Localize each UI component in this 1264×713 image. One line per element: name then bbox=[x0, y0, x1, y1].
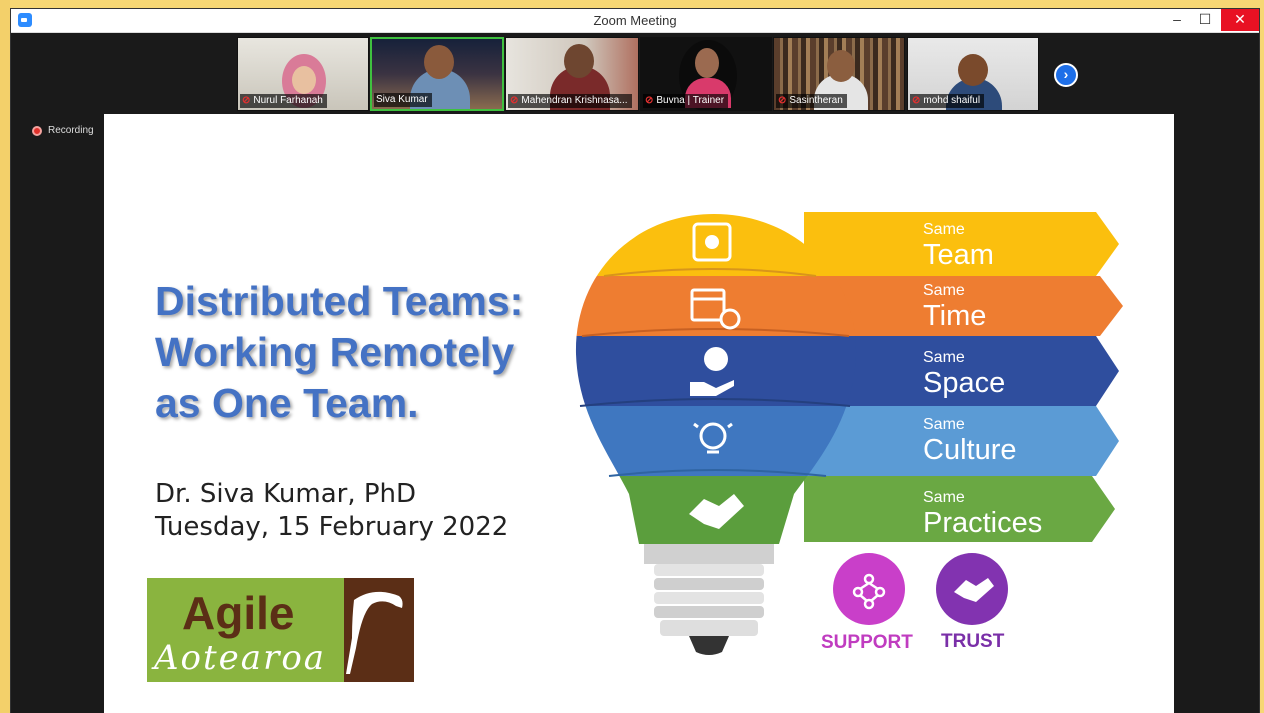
mic-muted-icon: ⊘ bbox=[645, 95, 654, 106]
recording-indicator[interactable]: Recording bbox=[32, 125, 94, 136]
participant-tile[interactable]: ⊘ Mahendran Krishnasa... bbox=[505, 37, 639, 111]
mic-muted-icon: ⊘ bbox=[912, 95, 921, 106]
item-team-label: Team bbox=[923, 239, 994, 271]
participant-tile[interactable]: ⊘ Buvna | Trainer bbox=[640, 37, 772, 111]
participant-tile[interactable]: ⊘ mohd shaiful bbox=[907, 37, 1039, 111]
participant-name: Mahendran Krishnasa... bbox=[521, 95, 628, 106]
shared-slide: Distributed Teams: Working Remotely as O… bbox=[104, 114, 1174, 713]
participant-tile[interactable]: ⊘ Nurul Farhanah bbox=[237, 37, 369, 111]
item-practices-label: Practices bbox=[923, 507, 1043, 539]
support-label: SUPPORT bbox=[821, 632, 913, 653]
mic-muted-icon: ⊘ bbox=[510, 95, 519, 106]
participant-tile[interactable]: ⊘ Sasintheran bbox=[773, 37, 905, 111]
maximize-button[interactable]: ☐ bbox=[1191, 9, 1219, 31]
participant-name: Siva Kumar bbox=[376, 94, 428, 105]
zoom-window: Zoom Meeting – ☐ ✕ ⊘ Nurul Farhanah Siva … bbox=[10, 8, 1260, 713]
participant-tile-active-speaker[interactable]: Siva Kumar bbox=[370, 37, 504, 111]
meeting-area: ⊘ Nurul Farhanah Siva Kumar ⊘ Mahendran Kr… bbox=[11, 33, 1259, 713]
record-icon bbox=[32, 125, 42, 136]
item-culture-label: Culture bbox=[923, 434, 1017, 466]
close-button[interactable]: ✕ bbox=[1221, 9, 1259, 31]
item-time-label: Time bbox=[923, 300, 987, 332]
item-space-label: Space bbox=[923, 367, 1006, 399]
participant-name: Buvna | Trainer bbox=[656, 95, 725, 106]
title-bar: Zoom Meeting – ☐ ✕ bbox=[11, 9, 1259, 33]
participant-face bbox=[424, 45, 454, 79]
participant-name: Sasintheran bbox=[789, 95, 843, 106]
recording-label: Recording bbox=[48, 125, 94, 136]
lightbulb-diagram bbox=[575, 212, 1123, 655]
item-time-prefix: Same bbox=[923, 282, 965, 299]
trust-label: TRUST bbox=[941, 631, 1005, 652]
minimize-button[interactable]: – bbox=[1163, 9, 1191, 31]
item-culture-prefix: Same bbox=[923, 416, 965, 433]
mic-muted-icon: ⊘ bbox=[778, 95, 787, 106]
item-team-prefix: Same bbox=[923, 221, 965, 238]
chevron-right-icon[interactable]: › bbox=[1054, 63, 1078, 87]
window-title: Zoom Meeting bbox=[593, 13, 677, 28]
item-space-prefix: Same bbox=[923, 349, 965, 366]
item-practices-prefix: Same bbox=[923, 489, 965, 506]
participant-name: Nurul Farhanah bbox=[253, 95, 323, 106]
desktop-background bbox=[0, 0, 10, 713]
participant-face bbox=[564, 44, 594, 78]
participant-name: mohd shaiful bbox=[923, 95, 981, 106]
participant-face bbox=[958, 54, 988, 86]
mic-muted-icon: ⊘ bbox=[242, 95, 251, 106]
participant-face bbox=[695, 48, 719, 78]
support-circle bbox=[833, 553, 905, 625]
participant-face bbox=[827, 50, 855, 82]
participant-face bbox=[292, 66, 316, 94]
